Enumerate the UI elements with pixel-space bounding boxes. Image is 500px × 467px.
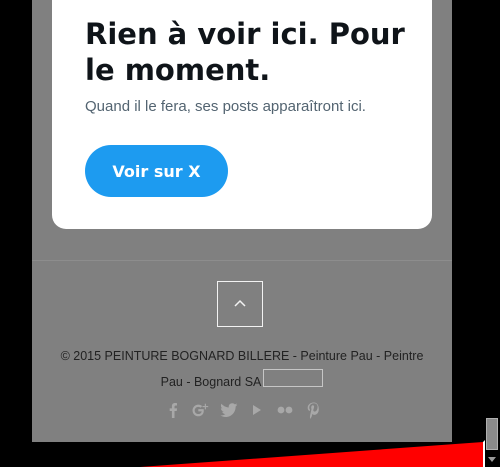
x-embed-card: Rien à voir ici. Pour le moment. Quand i… (52, 0, 432, 229)
scrollbar-track[interactable] (483, 0, 500, 467)
pinterest-icon[interactable] (304, 401, 322, 419)
google-plus-icon[interactable] (192, 401, 210, 419)
footer-divider (32, 260, 452, 261)
social-links (164, 401, 322, 419)
view-on-x-button[interactable]: Voir sur X (85, 145, 228, 197)
youtube-icon[interactable] (248, 401, 266, 419)
embed-subtitle: Quand il le fera, ses posts apparaîtront… (85, 98, 366, 115)
copyright-label: © 2015 PEINTURE BOGNARD BILLERE - Peintu… (60, 349, 424, 389)
embed-title: Rien à voir ici. Pour le moment. (85, 17, 405, 87)
twitter-icon[interactable] (220, 401, 238, 419)
facebook-icon[interactable] (164, 401, 182, 419)
back-to-top-button[interactable] (217, 281, 263, 327)
scroll-down-arrow-icon[interactable] (487, 454, 497, 464)
page-content: Rien à voir ici. Pour le moment. Quand i… (32, 0, 452, 442)
chevron-up-icon (234, 299, 246, 307)
flickr-icon[interactable] (276, 401, 294, 419)
broken-image (263, 369, 324, 387)
copyright-text: © 2015 PEINTURE BOGNARD BILLERE - Peintu… (54, 343, 430, 395)
scrollbar-thumb[interactable] (486, 418, 498, 450)
